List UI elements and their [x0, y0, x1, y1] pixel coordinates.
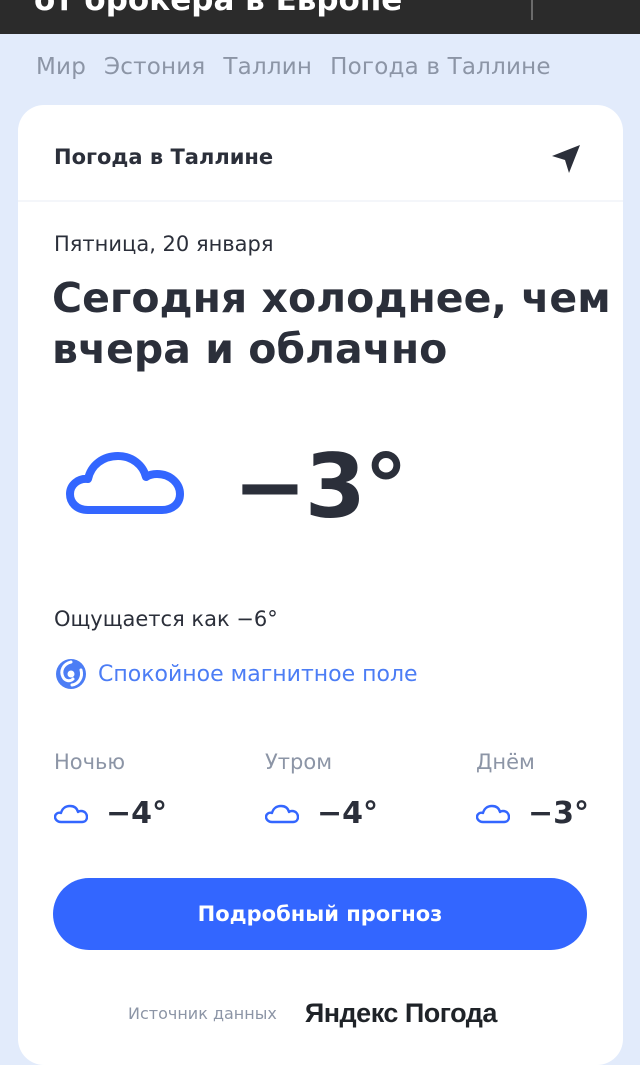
- part-temperature: −4°: [106, 796, 168, 831]
- top-banner-text: от брокера в Европе: [34, 0, 403, 18]
- part-night: Ночью −4°: [54, 750, 204, 840]
- headline: Сегодня холоднее, чем вчера и облачно: [52, 274, 611, 373]
- part-label: Утром: [265, 750, 333, 774]
- top-banner-divider: [531, 0, 533, 20]
- day-parts: Ночью −4° Утром −4° Днём −3°: [54, 750, 614, 840]
- breadcrumb-item-world[interactable]: Мир: [36, 54, 86, 86]
- weather-card: Погода в Таллине Пятница, 20 января Сего…: [18, 105, 623, 1065]
- source-label: Источник данных: [128, 1004, 277, 1023]
- part-day: Днём −3°: [476, 750, 626, 840]
- yandex-weather-logo[interactable]: Яндекс Погода: [305, 998, 498, 1029]
- date: Пятница, 20 января: [54, 232, 274, 256]
- magnetic-field-text: Спокойное магнитное поле: [98, 661, 418, 687]
- cloud-icon: [54, 804, 88, 823]
- divider: [18, 200, 623, 202]
- detailed-forecast-button[interactable]: Подробный прогноз: [53, 878, 587, 950]
- breadcrumb-item-tallinn[interactable]: Таллин: [223, 54, 312, 86]
- top-banner[interactable]: от брокера в Европе: [0, 0, 640, 34]
- location-arrow-icon[interactable]: [550, 143, 582, 175]
- part-label: Днём: [476, 750, 535, 774]
- cloud-icon: [265, 804, 299, 823]
- part-morning: Утром −4°: [265, 750, 415, 840]
- feels-like: Ощущается как −6°: [54, 607, 278, 631]
- part-temperature: −3°: [528, 796, 590, 831]
- magnetic-field-link[interactable]: Спокойное магнитное поле: [54, 657, 418, 691]
- current-temperature: −3°: [233, 435, 408, 538]
- breadcrumb-item-weather[interactable]: Погода в Таллине: [330, 54, 551, 86]
- cloud-icon: [66, 452, 184, 514]
- data-source: Источник данных Яндекс Погода: [128, 998, 497, 1029]
- part-label: Ночью: [54, 750, 126, 774]
- breadcrumb: Мир Эстония Таллин Погода в Таллине: [36, 54, 551, 86]
- breadcrumb-item-estonia[interactable]: Эстония: [104, 54, 205, 86]
- magnetic-swirl-icon: [56, 659, 86, 689]
- part-temperature: −4°: [317, 796, 379, 831]
- card-title: Погода в Таллине: [54, 145, 274, 169]
- cloud-icon: [476, 804, 510, 823]
